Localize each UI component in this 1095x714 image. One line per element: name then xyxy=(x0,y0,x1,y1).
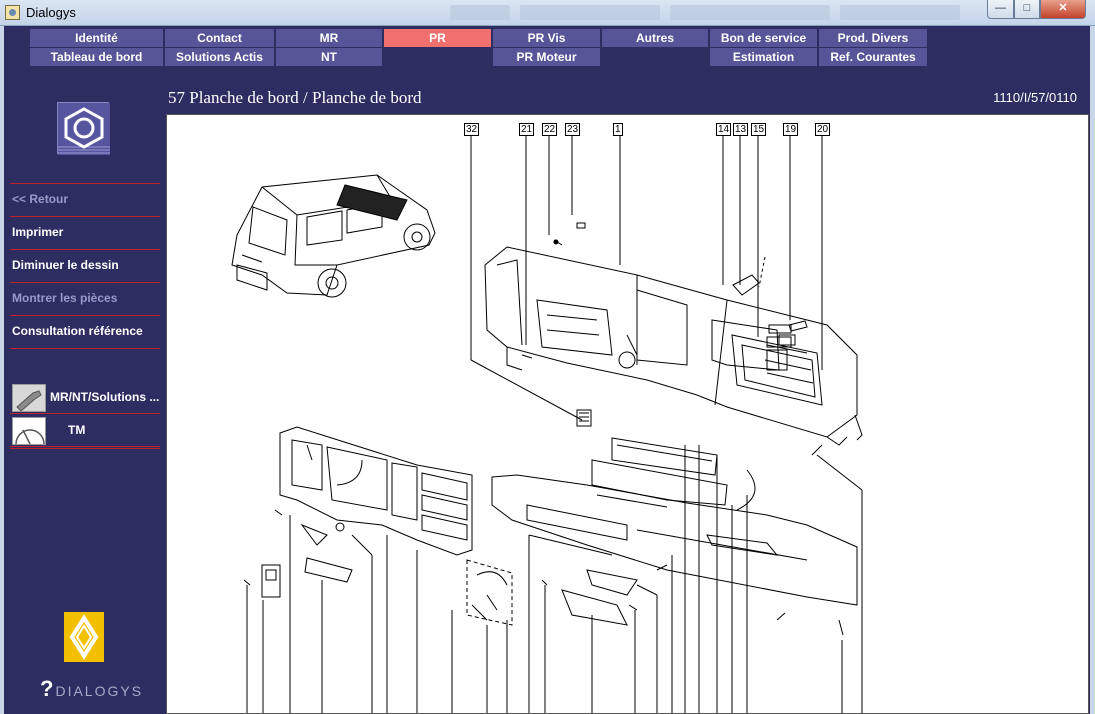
wrench-icon xyxy=(12,384,46,412)
maximize-button[interactable]: □ xyxy=(1014,0,1040,19)
app-icon xyxy=(5,5,20,20)
menu-solutions-actis[interactable]: Solutions Actis xyxy=(165,48,275,66)
renault-logo-icon xyxy=(64,612,104,662)
sidebar-divider xyxy=(10,448,160,449)
shortcut-label: MR/NT/Solutions ... xyxy=(50,390,160,404)
menu-prod-divers[interactable]: Prod. Divers xyxy=(819,29,928,47)
menu-empty xyxy=(384,48,492,66)
page-reference: 1110/I/57/0110 xyxy=(993,90,1077,105)
exploded-view-diagram xyxy=(231,136,863,713)
sidebar-divider xyxy=(10,348,160,349)
menu-nt[interactable]: NT xyxy=(276,48,383,66)
menu-contact[interactable]: Contact xyxy=(165,29,275,47)
reference-lookup-button[interactable]: Consultation référence xyxy=(10,315,160,348)
parts-drawing[interactable]: 32 21 22 23 1 14 13 15 19 20 xyxy=(166,114,1089,714)
menu-pr[interactable]: PR xyxy=(384,29,492,47)
shortcut-tm[interactable]: TM xyxy=(10,415,160,447)
brand-label: DIALOGYS xyxy=(55,683,144,699)
menu-estimation[interactable]: Estimation xyxy=(710,48,818,66)
close-button[interactable]: ✕ xyxy=(1040,0,1086,19)
page-title: 57 Planche de bord / Planche de bord xyxy=(168,88,422,107)
minimize-button[interactable]: — xyxy=(987,0,1014,19)
dashboard-main xyxy=(484,246,863,446)
title-bar: Dialogys — □ ✕ xyxy=(0,0,1095,26)
gauge-icon xyxy=(12,417,46,445)
menu-empty xyxy=(602,48,709,66)
taskbar-blur xyxy=(520,5,660,20)
show-parts-button[interactable]: Montrer les pièces xyxy=(10,282,160,315)
shortcut-label: TM xyxy=(68,423,86,437)
menu-pr-vis[interactable]: PR Vis xyxy=(493,29,601,47)
menu-pr-moteur[interactable]: PR Moteur xyxy=(493,48,601,66)
instrument-bezel xyxy=(279,426,473,556)
hex-nut-logo-icon xyxy=(57,102,110,155)
menu-mr[interactable]: MR xyxy=(276,29,383,47)
menu-bon-de-service[interactable]: Bon de service xyxy=(710,29,818,47)
menu-ref-courantes[interactable]: Ref. Courantes xyxy=(819,48,928,66)
taskbar-blur xyxy=(450,5,510,20)
taskbar-blur xyxy=(670,5,830,20)
menu-autres[interactable]: Autres xyxy=(602,29,709,47)
taskbar-blur xyxy=(840,5,960,20)
dialogys-brand: ? DIALOGYS xyxy=(40,676,143,702)
shortcut-mr-nt-solutions[interactable]: MR/NT/Solutions ... xyxy=(10,382,160,414)
shrink-drawing-button[interactable]: Diminuer le dessin xyxy=(10,249,160,282)
vehicle-sketch xyxy=(231,174,436,298)
print-button[interactable]: Imprimer xyxy=(10,216,160,249)
window-title: Dialogys xyxy=(26,5,76,20)
menu-identite[interactable]: Identité xyxy=(30,29,164,47)
center-trim xyxy=(491,437,858,606)
question-icon: ? xyxy=(40,676,54,701)
menu-tableau-de-bord[interactable]: Tableau de bord xyxy=(30,48,164,66)
back-button[interactable]: << Retour xyxy=(10,183,160,216)
